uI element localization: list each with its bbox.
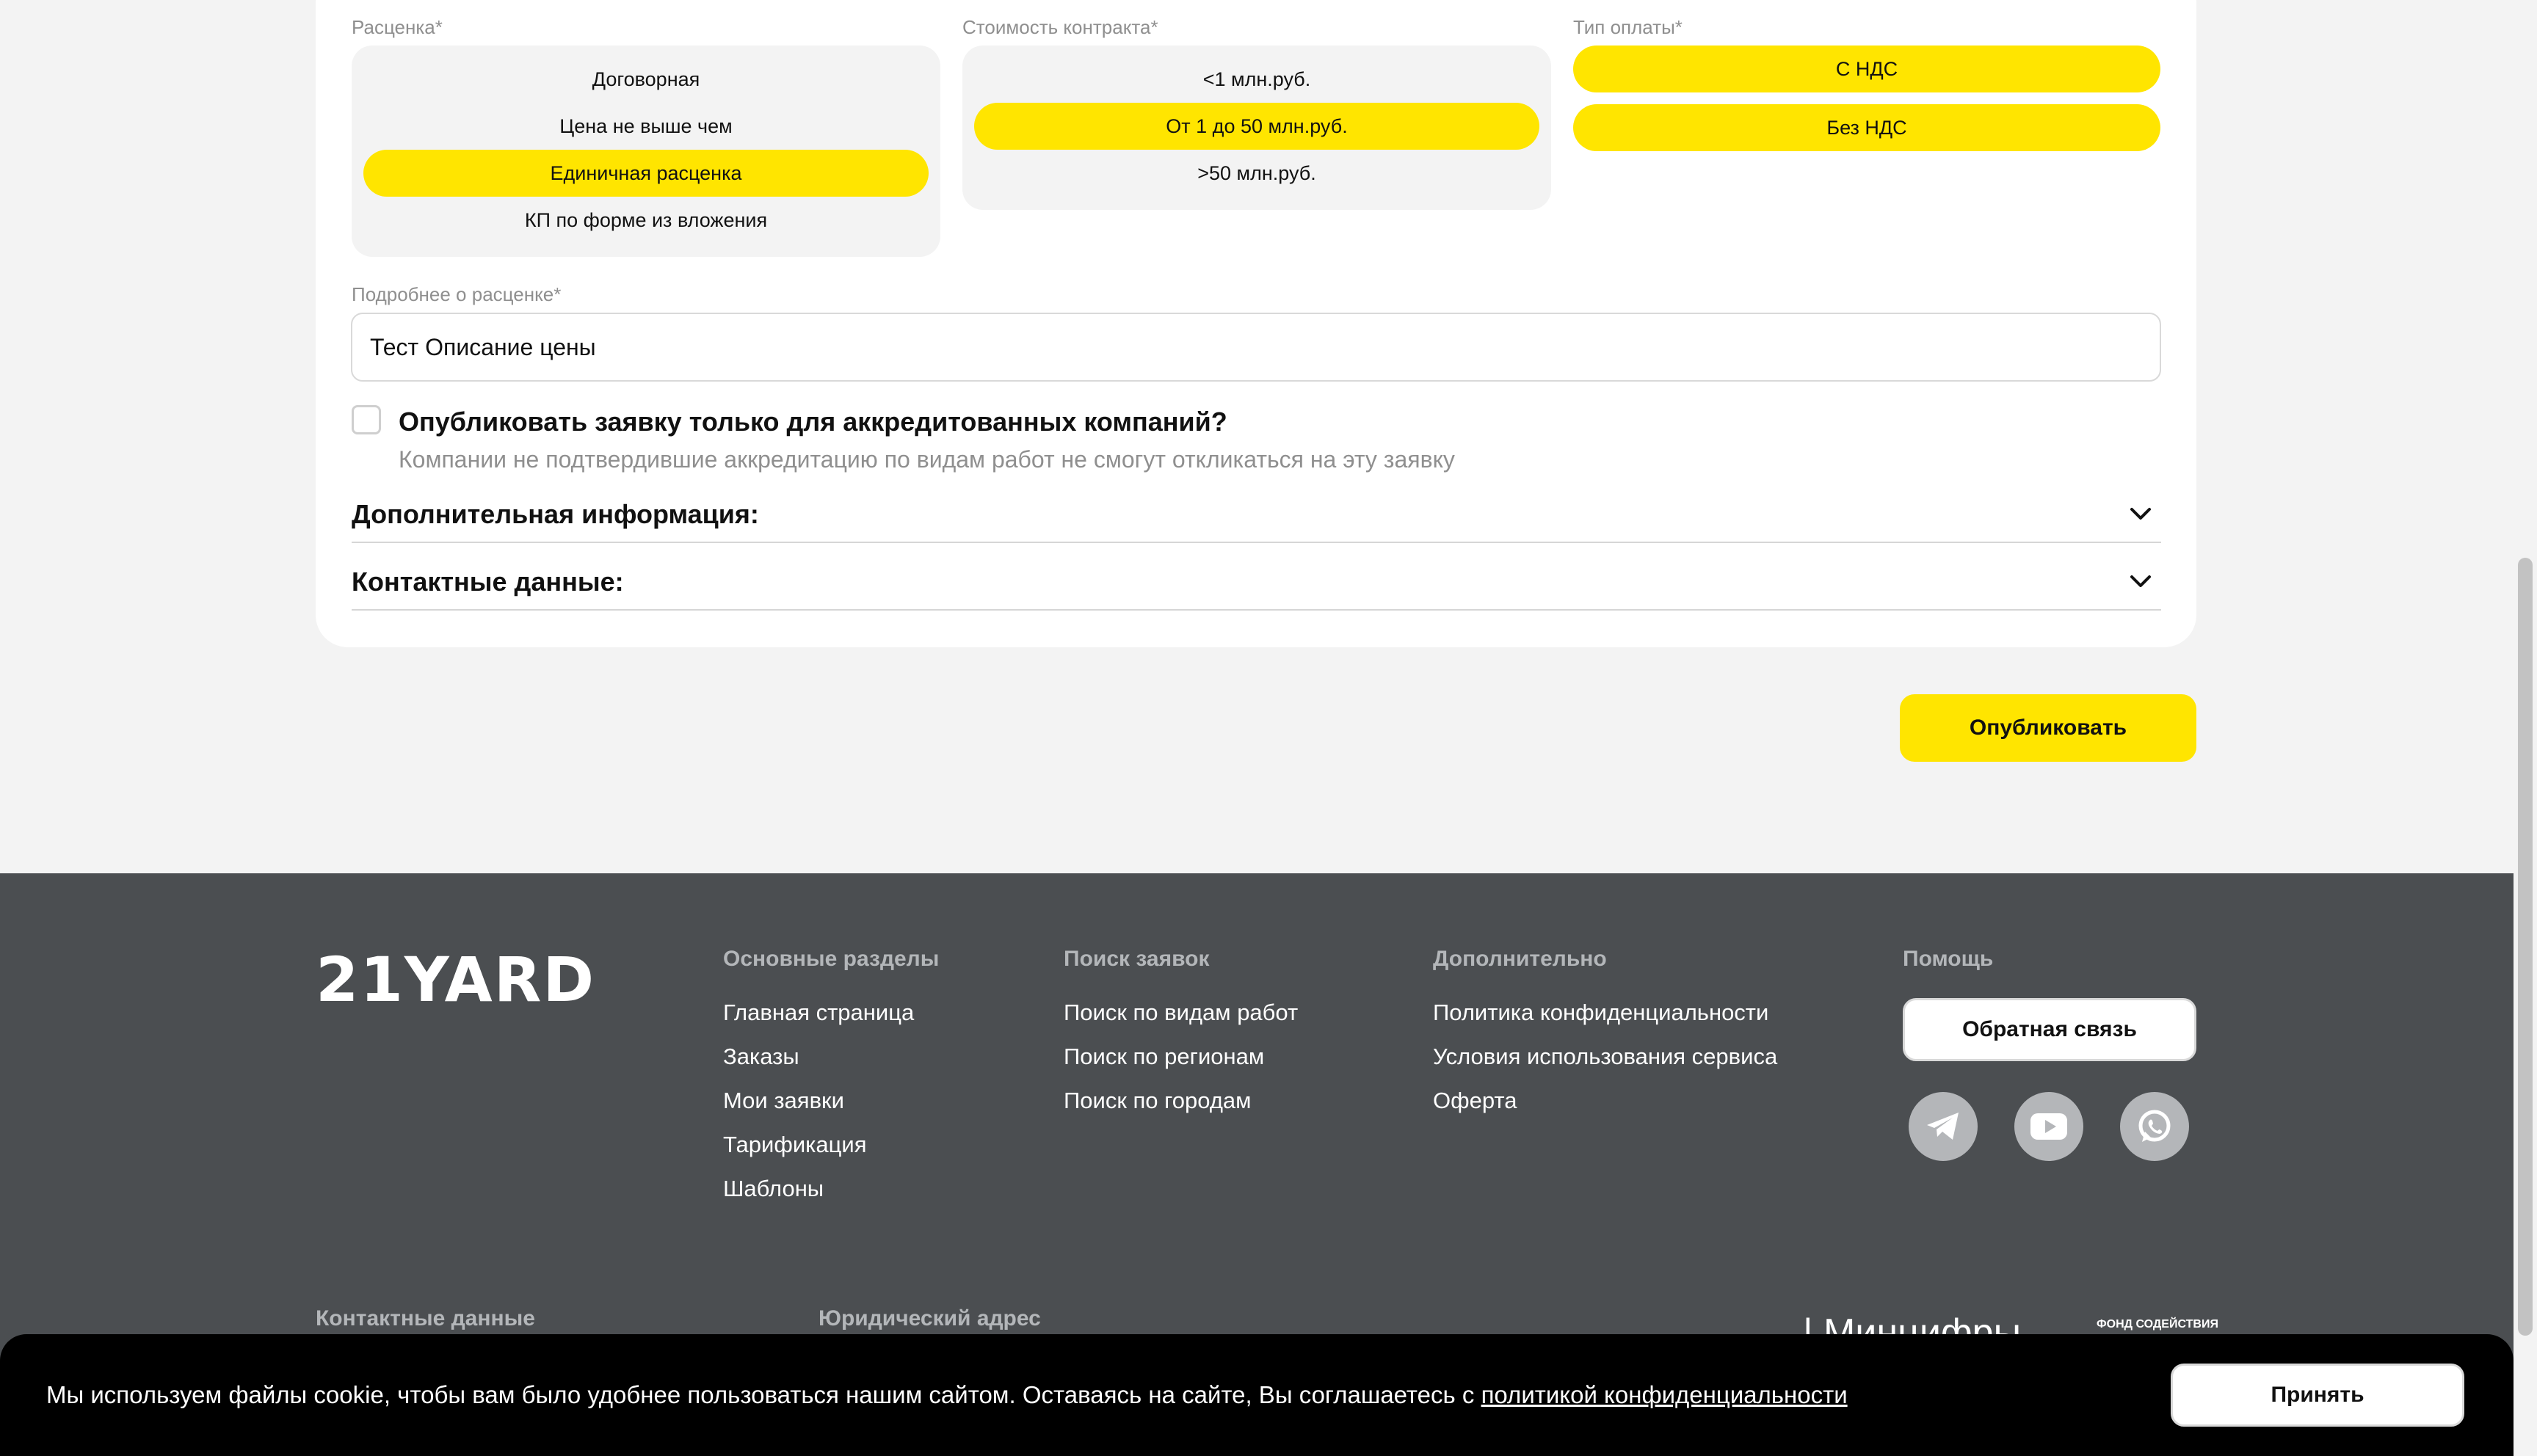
- pricing-options: Договорная Цена не выше чем Единичная ра…: [352, 46, 940, 257]
- telegram-icon[interactable]: [1909, 1092, 1978, 1161]
- footer-col-search-title: Поиск заявок: [1064, 947, 1210, 971]
- price-details-input[interactable]: [351, 313, 2161, 382]
- feedback-button[interactable]: Обратная связь: [1903, 998, 2196, 1061]
- payment-option-with-vat[interactable]: С НДС: [1573, 46, 2160, 92]
- cookie-text: Мы используем файлы cookie, чтобы вам бы…: [46, 1381, 1848, 1409]
- price-details-label: Подробнее о расценке*: [352, 283, 562, 305]
- pricing-label: Расценка*: [352, 16, 443, 38]
- chevron-down-icon: [2130, 508, 2151, 520]
- cookie-message: Мы используем файлы cookie, чтобы вам бы…: [46, 1381, 1481, 1408]
- footer-help-title: Помощь: [1903, 947, 1994, 971]
- payment-option-without-vat[interactable]: Без НДС: [1573, 104, 2160, 151]
- footer-link-search-regions[interactable]: Поиск по регионам: [1064, 1044, 1264, 1070]
- pricing-option-unit-rate[interactable]: Единичная расценка: [363, 150, 929, 197]
- page-scrollbar[interactable]: [2514, 0, 2537, 1456]
- contact-data-title: Контактные данные:: [352, 567, 624, 597]
- footer-link-templates[interactable]: Шаблоны: [723, 1176, 824, 1202]
- footer-contacts-title: Контактные данные: [316, 1306, 535, 1331]
- footer-link-my-requests[interactable]: Мои заявки: [723, 1088, 844, 1114]
- footer-link-offer[interactable]: Оферта: [1433, 1088, 1517, 1114]
- contact-data-accordion[interactable]: Контактные данные:: [352, 559, 2161, 611]
- contract-value-label: Стоимость контракта*: [962, 16, 1158, 38]
- pricing-option-max-price[interactable]: Цена не выше чем: [363, 103, 929, 150]
- footer-col-main-title: Основные разделы: [723, 947, 940, 971]
- additional-info-accordion[interactable]: Дополнительная информация:: [352, 492, 2161, 543]
- accredited-only-hint: Компании не подтвердившие аккредитацию п…: [399, 446, 1455, 473]
- footer-link-pricing[interactable]: Тарификация: [723, 1132, 867, 1158]
- contract-option-1-50m[interactable]: От 1 до 50 млн.руб.: [974, 103, 1539, 150]
- contract-option-over-50m[interactable]: >50 млн.руб.: [974, 150, 1539, 197]
- footer-address-title: Юридический адрес: [819, 1306, 1041, 1331]
- whatsapp-icon[interactable]: [2120, 1092, 2189, 1161]
- footer-link-home[interactable]: Главная страница: [723, 1000, 914, 1026]
- footer-link-orders[interactable]: Заказы: [723, 1044, 799, 1070]
- additional-info-title: Дополнительная информация:: [352, 499, 759, 529]
- scrollbar-thumb[interactable]: [2518, 558, 2533, 1336]
- footer-col-extra-title: Дополнительно: [1433, 947, 1607, 971]
- pricing-option-attachment[interactable]: КП по форме из вложения: [363, 197, 929, 244]
- accredited-only-checkbox[interactable]: [352, 405, 381, 434]
- footer-link-search-work-types[interactable]: Поиск по видам работ: [1064, 1000, 1298, 1026]
- partner-fund-logo: ФОНД СОДЕЙСТВИЯ: [2097, 1318, 2218, 1331]
- contract-option-under-1m[interactable]: <1 млн.руб.: [974, 56, 1539, 103]
- publish-button[interactable]: Опубликовать: [1900, 694, 2196, 762]
- pricing-option-negotiable[interactable]: Договорная: [363, 56, 929, 103]
- privacy-policy-link[interactable]: политикой конфиденциальности: [1481, 1381, 1848, 1408]
- youtube-icon[interactable]: [2014, 1092, 2083, 1161]
- accept-cookies-button[interactable]: Принять: [2171, 1364, 2464, 1427]
- footer-link-search-cities[interactable]: Поиск по городам: [1064, 1088, 1251, 1114]
- payment-type-label: Тип оплаты*: [1573, 16, 1683, 38]
- cookie-banner: Мы используем файлы cookie, чтобы вам бы…: [0, 1334, 2514, 1456]
- logo[interactable]: 21YARD: [316, 944, 595, 1016]
- contract-value-options: <1 млн.руб. От 1 до 50 млн.руб. >50 млн.…: [962, 46, 1551, 210]
- chevron-down-icon: [2130, 575, 2151, 587]
- accredited-only-title: Опубликовать заявку только для аккредито…: [399, 407, 1227, 437]
- footer-link-privacy[interactable]: Политика конфиденциальности: [1433, 1000, 1768, 1026]
- footer-link-terms[interactable]: Условия использования сервиса: [1433, 1044, 1777, 1070]
